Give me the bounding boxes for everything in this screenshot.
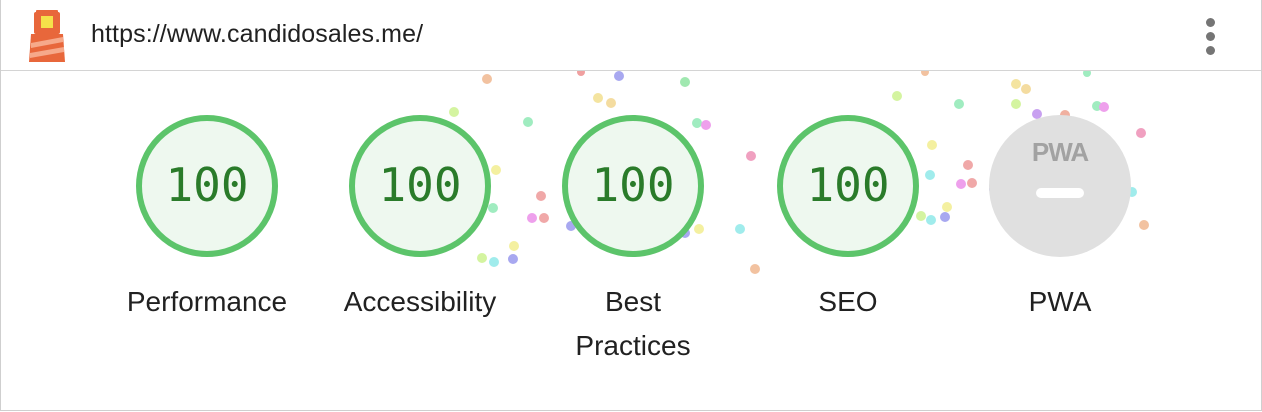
report-header: https://www.candidosales.me/ — [1, 0, 1261, 71]
label-best-practices: Best Practices — [575, 286, 691, 361]
score-best-practices: 100 — [591, 158, 675, 212]
label-accessibility: Accessibility — [343, 286, 497, 317]
score-performance: 100 — [165, 158, 249, 212]
pwa-badge-icon: PWA — [1031, 137, 1089, 167]
lighthouse-logo — [29, 10, 65, 62]
gauge-pwa[interactable]: PWA — [989, 115, 1131, 257]
gauge-seo[interactable]: 100 — [777, 115, 919, 257]
gauge-performance[interactable]: 100 — [136, 115, 278, 257]
label-seo: SEO — [818, 286, 878, 317]
more-vert-icon[interactable] — [1197, 14, 1223, 58]
page-url[interactable]: https://www.candidosales.me/ — [91, 20, 423, 49]
gauge-best-practices[interactable]: 100 — [562, 115, 704, 257]
label-performance: Performance — [126, 286, 288, 317]
score-accessibility: 100 — [378, 158, 462, 212]
score-seo: 100 — [806, 158, 890, 212]
label-pwa: PWA — [1028, 286, 1092, 317]
pwa-dash-icon — [1036, 188, 1084, 198]
gauge-accessibility[interactable]: 100 — [349, 115, 491, 257]
lighthouse-report: https://www.candidosales.me/ 100 Perform… — [0, 0, 1262, 411]
